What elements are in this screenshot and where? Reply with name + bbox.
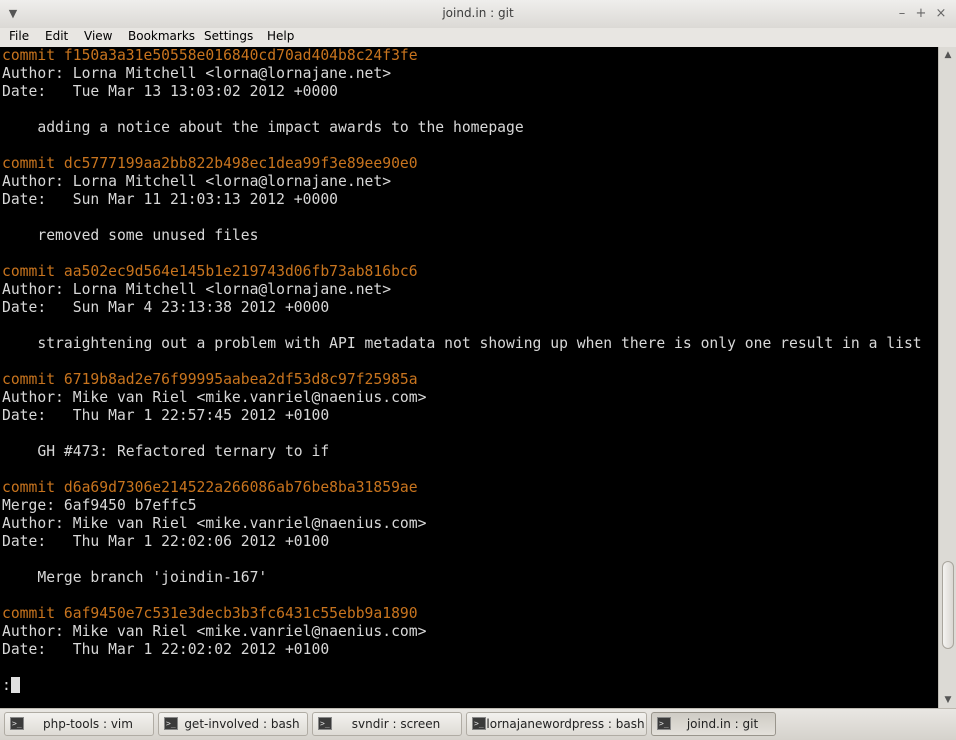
- commit-hash-line: commit 6af9450e7c531e3decb3b3fc6431c55eb…: [2, 605, 418, 622]
- terminal-line: Date: Sun Mar 11 21:03:13 2012 +0000: [2, 191, 339, 208]
- taskbar-item[interactable]: >_ lornajanewordpress : bash: [466, 712, 647, 736]
- terminal-line: Author: Lorna Mitchell <lorna@lornajane.…: [2, 65, 392, 82]
- taskbar-item-label: get-involved : bash: [184, 717, 300, 731]
- taskbar: >_ php-tools : vim >_ get-involved : bash >_…: [0, 708, 956, 740]
- commit-hash-line: commit d6a69d7306e214522a266086ab76be8ba…: [2, 479, 418, 496]
- taskbar-item-label: svndir : screen: [351, 717, 441, 731]
- taskbar-item-label: php-tools : vim: [43, 717, 133, 731]
- commit-hash-line: commit 6719b8ad2e76f99995aabea2df53d8c97…: [2, 371, 418, 388]
- terminal-line: Date: Sun Mar 4 23:13:38 2012 +0000: [2, 299, 330, 316]
- menu-view[interactable]: View: [84, 29, 112, 43]
- terminal-line: Author: Lorna Mitchell <lorna@lornajane.…: [2, 281, 392, 298]
- terminal-line: removed some unused files: [2, 227, 259, 244]
- scroll-up-icon[interactable]: ▲: [939, 47, 956, 63]
- taskbar-item-label: lornajanewordpress : bash: [486, 717, 645, 731]
- commit-hash-line: commit aa502ec9d564e145b1e219743d06fb73a…: [2, 263, 418, 280]
- commit-hash-line: commit f150a3a31e50558e016840cd70ad404b8…: [2, 47, 418, 64]
- terminal-line: Author: Mike van Riel <mike.vanriel@naen…: [2, 515, 427, 532]
- close-icon[interactable]: ×: [932, 5, 950, 23]
- terminal-line: Date: Thu Mar 1 22:57:45 2012 +0100: [2, 407, 330, 424]
- taskbar-item[interactable]: >_ svndir : screen: [312, 712, 462, 736]
- taskbar-item[interactable]: >_ joind.in : git: [651, 712, 776, 736]
- menu-settings[interactable]: Settings: [204, 29, 253, 43]
- menu-edit[interactable]: Edit: [45, 29, 68, 43]
- taskbar-item-label: joind.in : git: [686, 717, 759, 731]
- vertical-scrollbar[interactable]: ▲ ▼: [938, 47, 956, 708]
- terminal-line: Author: Mike van Riel <mike.vanriel@naen…: [2, 623, 427, 640]
- taskbar-item[interactable]: >_ php-tools : vim: [4, 712, 154, 736]
- terminal-line: Author: Lorna Mitchell <lorna@lornajane.…: [2, 173, 392, 190]
- terminal-line: Date: Tue Mar 13 13:03:02 2012 +0000: [2, 83, 339, 100]
- menu-bookmarks[interactable]: Bookmarks: [128, 29, 195, 43]
- window-title: joind.in : git: [442, 6, 514, 20]
- terminal-output[interactable]: commit f150a3a31e50558e016840cd70ad404b8…: [0, 47, 938, 708]
- terminal-line: Date: Thu Mar 1 22:02:06 2012 +0100: [2, 533, 330, 550]
- terminal-line: Author: Mike van Riel <mike.vanriel@naen…: [2, 389, 427, 406]
- taskbar-item[interactable]: >_ get-involved : bash: [158, 712, 308, 736]
- scroll-down-icon[interactable]: ▼: [939, 692, 956, 708]
- pager-prompt: :: [2, 677, 20, 695]
- title-bar: ▼ joind.in : git – + ×: [0, 0, 956, 29]
- minimize-icon[interactable]: –: [893, 5, 911, 23]
- scrollbar-thumb[interactable]: [942, 561, 954, 649]
- terminal-line: Merge branch 'joindin-167': [2, 569, 268, 586]
- terminal-line: Merge: 6af9450 b7effc5: [2, 497, 197, 514]
- terminal-line: adding a notice about the impact awards …: [2, 119, 524, 136]
- menu-help[interactable]: Help: [267, 29, 294, 43]
- terminal-line: GH #473: Refactored ternary to if: [2, 443, 330, 460]
- terminal-line: Date: Thu Mar 1 22:02:02 2012 +0100: [2, 641, 330, 658]
- commit-hash-line: commit dc5777199aa2bb822b498ec1dea99f3e8…: [2, 155, 418, 172]
- menu-bar: File Edit View Bookmarks Settings Help: [0, 28, 956, 47]
- text-cursor: [10, 677, 20, 693]
- menu-file[interactable]: File: [9, 29, 29, 43]
- maximize-icon[interactable]: +: [912, 5, 930, 23]
- terminal-line: straightening out a problem with API met…: [2, 335, 922, 352]
